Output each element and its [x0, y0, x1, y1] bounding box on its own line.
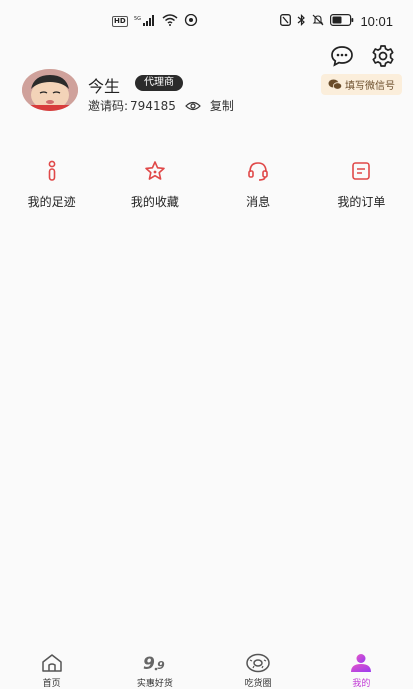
menu-item-messages[interactable]: 消息: [207, 160, 310, 220]
top-actions: [330, 44, 395, 68]
home-icon: [40, 652, 64, 674]
settings-button[interactable]: [371, 44, 395, 68]
donut-icon: [245, 652, 271, 674]
wifi-icon: [162, 14, 178, 29]
invite-code: 794185: [130, 98, 176, 113]
username: 今生: [88, 77, 121, 96]
tab-label: 吃货圈: [244, 679, 272, 689]
message-button[interactable]: [330, 44, 354, 68]
network-label: 5G: [134, 16, 141, 22]
footprint-icon: [41, 160, 63, 182]
mute-icon: [312, 14, 324, 29]
eye-care-icon: [184, 13, 198, 29]
chat-bubble-icon: [331, 46, 353, 67]
tab-label: 实惠好货: [136, 679, 173, 689]
tab-label: 我的: [352, 679, 371, 689]
gear-icon: [372, 45, 394, 67]
role-badge: 代理商: [135, 75, 183, 91]
wechat-button-label: 填写微信号: [345, 81, 395, 92]
profile-header: 今生 代理商 邀请码: 794185 复制 填写微信号: [22, 69, 402, 113]
tab-label: 首页: [42, 679, 61, 689]
tab-home[interactable]: 首页: [0, 648, 103, 689]
nfc-icon: [280, 14, 292, 29]
tab-deals[interactable]: 9 9 实惠好货: [103, 648, 206, 689]
status-right: 10:01: [280, 14, 393, 29]
menu-item-footprint[interactable]: 我的足迹: [0, 160, 103, 220]
menu-item-label: 消息: [246, 195, 271, 209]
headset-icon: [247, 160, 269, 182]
star-icon: [144, 160, 166, 182]
bluetooth-icon: [297, 14, 306, 29]
invite-label: 邀请码:: [88, 99, 129, 113]
order-icon: [350, 160, 372, 182]
clock: 10:01: [360, 14, 393, 29]
wechat-icon: [328, 79, 342, 90]
hd-badge: HD: [112, 16, 128, 27]
menu-item-label: 我的订单: [337, 195, 386, 209]
avatar[interactable]: [22, 69, 78, 111]
status-bar: HD 5G 10:01: [0, 0, 413, 40]
tab-mine[interactable]: 我的: [310, 648, 413, 689]
tab-foodie-circle[interactable]: 吃货圈: [207, 648, 310, 689]
status-left: HD 5G: [112, 13, 198, 29]
battery-icon: [330, 14, 354, 29]
menu-item-favorites[interactable]: 我的收藏: [103, 160, 206, 220]
person-icon: [349, 652, 373, 674]
menu-item-label: 我的收藏: [130, 195, 179, 209]
bottom-tab-bar: 首页 9 9 实惠好货 吃货圈 我的: [0, 648, 413, 689]
eye-icon[interactable]: [185, 101, 201, 111]
avatar-image: [22, 69, 78, 111]
menu-grid: 我的足迹 我的收藏 消息 我的订单: [0, 160, 413, 220]
menu-item-label: 我的足迹: [27, 195, 76, 209]
svg-text:9: 9: [157, 659, 165, 672]
invite-row: 邀请码: 794185 复制: [88, 97, 234, 114]
menu-item-orders[interactable]: 我的订单: [310, 160, 413, 220]
copy-button[interactable]: 复制: [210, 97, 234, 114]
signal-icon: 5G: [134, 14, 156, 29]
wechat-button[interactable]: 填写微信号: [321, 74, 402, 95]
svg-text:9: 9: [143, 654, 155, 673]
nine-nine-icon: 9 9: [141, 652, 169, 674]
